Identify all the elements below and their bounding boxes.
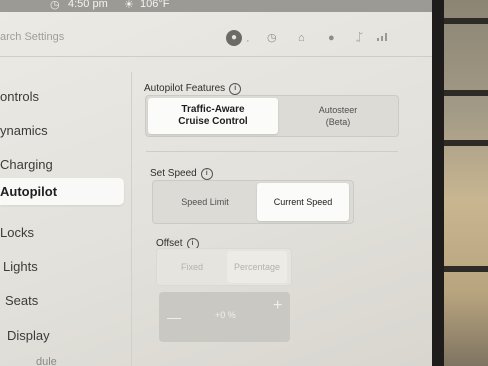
home-icon[interactable]: ⌂ — [298, 30, 305, 46]
set-speed-segmented-control: Speed Limit Current Speed — [152, 180, 354, 224]
bell-icon[interactable]: ● — [328, 30, 335, 46]
sidebar-item-schedule[interactable]: dule — [36, 356, 57, 366]
set-speed-heading: Set Speed i — [150, 168, 213, 180]
sidebar-item-label: Charging — [0, 157, 53, 172]
header-divider — [0, 56, 432, 57]
sidebar-item-label: dule — [36, 356, 57, 366]
time-readout: 4:50 pm — [68, 0, 108, 10]
sidebar-item-charging[interactable]: Charging — [0, 157, 53, 172]
sidebar-item-label: Seats — [5, 293, 39, 308]
sidebar-item-dynamics[interactable]: ynamics — [0, 123, 48, 138]
temperature-readout: 106°F — [140, 0, 170, 10]
sidebar-item-controls[interactable]: ontrols — [0, 89, 39, 104]
profile-dropdown-dot[interactable]: · — [246, 33, 250, 49]
sidebar-item-label: Locks — [0, 225, 34, 240]
option-percentage[interactable]: Percentage — [227, 251, 287, 283]
sidebar-item-seats[interactable]: Seats — [5, 293, 38, 308]
touchscreen: ◷ 4:50 pm ☀ 106°F arch Settings ● · ◷ ⌂ … — [0, 0, 432, 366]
sidebar-divider — [131, 72, 132, 366]
option-current-speed[interactable]: Current Speed — [257, 183, 349, 221]
sidebar-item-label: Lights — [3, 259, 38, 274]
plus-button[interactable]: + — [273, 297, 282, 315]
sidebar-item-label: ontrols — [0, 89, 40, 104]
autopilot-features-heading: Autopilot Features i — [144, 83, 242, 95]
car-interior — [444, 0, 488, 366]
profile-icon[interactable]: ● — [226, 30, 242, 46]
photo-scene: ◷ 4:50 pm ☀ 106°F arch Settings ● · ◷ ⌂ … — [0, 0, 488, 366]
info-icon[interactable]: i — [200, 168, 213, 180]
screen-bezel — [432, 0, 444, 366]
sidebar-item-autopilot[interactable]: Autopilot — [0, 178, 124, 205]
minus-button[interactable]: — — [167, 309, 181, 325]
offset-stepper: — +0 % + — [159, 292, 290, 342]
clock-icon: ◷ — [50, 0, 60, 11]
sidebar-item-label: Autopilot — [0, 184, 58, 199]
sun-icon: ☀ — [124, 0, 134, 11]
set-speed-label: Set Speed — [150, 168, 197, 179]
sidebar-item-lights[interactable]: Lights — [3, 259, 38, 274]
sidebar-item-label: Display — [7, 328, 50, 343]
sidebar-item-display[interactable]: Display — [7, 328, 50, 343]
bluetooth-icon[interactable]: ᛢ — [356, 30, 363, 46]
autopilot-features-label: Autopilot Features — [144, 83, 226, 94]
offset-segmented-control: Fixed Percentage — [156, 248, 292, 286]
alarm-clock-icon[interactable]: ◷ — [267, 30, 277, 46]
offset-value: +0 % — [215, 310, 236, 320]
section-divider — [146, 151, 398, 152]
option-speed-limit[interactable]: Speed Limit — [155, 183, 255, 221]
search-settings-input[interactable]: arch Settings — [0, 31, 64, 43]
option-traffic-aware-cruise-control[interactable]: Traffic-Aware Cruise Control — [148, 98, 278, 134]
top-status-bar: ◷ 4:50 pm ☀ 106°F — [0, 0, 432, 12]
sidebar-item-label: ynamics — [0, 123, 48, 138]
sidebar-item-locks[interactable]: Locks — [0, 225, 34, 240]
signal-icon — [376, 30, 390, 46]
info-icon[interactable]: i — [229, 83, 242, 95]
autopilot-features-segmented-control: Traffic-Aware Cruise Control Autosteer (… — [145, 95, 399, 137]
option-autosteer[interactable]: Autosteer (Beta) — [282, 98, 394, 134]
option-fixed[interactable]: Fixed — [159, 251, 225, 283]
